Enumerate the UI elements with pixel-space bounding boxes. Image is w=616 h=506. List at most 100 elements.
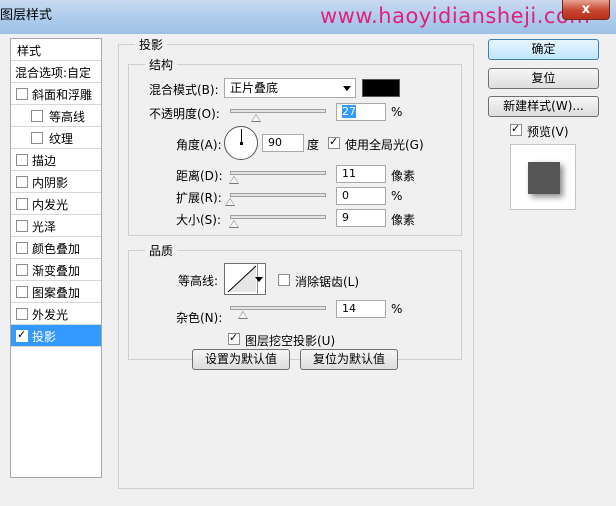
style-item[interactable]: 颜色叠加 <box>11 237 101 259</box>
style-item[interactable]: 渐变叠加 <box>11 259 101 281</box>
global-light-checkbox[interactable]: ✓ <box>328 135 340 149</box>
contour-picker[interactable] <box>224 263 266 295</box>
blend-mode-dropdown[interactable]: 正片叠底 <box>224 78 356 98</box>
style-list-header[interactable]: 样式 <box>11 39 101 61</box>
blend-mode-label: 混合模式(B): <box>149 83 219 97</box>
style-item[interactable]: 斜面和浮雕 <box>11 83 101 105</box>
reset-default-button[interactable]: 复位为默认值 <box>300 349 398 370</box>
style-item-label: 内发光 <box>32 198 69 212</box>
angle-label: 角度(A): <box>176 138 222 152</box>
preview-thumbnail <box>528 162 560 194</box>
size-slider[interactable] <box>230 215 326 219</box>
opacity-value: 27 <box>342 105 356 118</box>
style-item-label: 斜面和浮雕 <box>32 88 93 102</box>
style-item-checkbox[interactable] <box>16 242 28 254</box>
checkmark-icon: ✓ <box>329 135 339 148</box>
shadow-color-swatch[interactable] <box>362 79 400 97</box>
spread-label: 扩展(R): <box>176 191 222 205</box>
preview-checkbox[interactable]: ✓ <box>510 122 522 136</box>
preview-label: 预览(V) <box>527 125 569 139</box>
style-item-checkbox[interactable] <box>16 198 28 210</box>
style-item-checkbox[interactable] <box>16 88 28 100</box>
style-item-checkbox[interactable] <box>16 286 28 298</box>
spread-slider[interactable] <box>230 193 326 197</box>
style-item-label: 颜色叠加 <box>32 242 81 256</box>
angle-unit: 度 <box>307 138 320 152</box>
angle-dial[interactable] <box>224 126 258 160</box>
contour-label: 等高线: <box>178 274 219 288</box>
style-item-checkbox[interactable]: ✓ <box>16 328 28 342</box>
ok-button[interactable]: 确定 <box>488 39 599 60</box>
style-item-checkbox[interactable] <box>31 110 43 122</box>
style-list-header-label: 样式 <box>17 44 42 58</box>
style-item[interactable]: 图案叠加 <box>11 281 101 303</box>
style-item-checkbox[interactable] <box>16 154 28 166</box>
blend-options-item[interactable]: 混合选项:自定 <box>11 61 101 83</box>
reset-button[interactable]: 复位 <box>488 68 599 89</box>
opacity-label: 不透明度(O): <box>149 107 220 121</box>
size-slider-thumb[interactable] <box>228 220 239 228</box>
noise-slider[interactable] <box>230 306 326 310</box>
style-item-label: 描边 <box>32 154 57 168</box>
anti-alias-label: 消除锯齿(L) <box>295 275 360 289</box>
style-preview <box>510 144 576 210</box>
opacity-slider-thumb[interactable] <box>250 114 261 122</box>
drop-shadow-title: 投影 <box>135 36 168 53</box>
quality-title: 品质 <box>145 242 178 259</box>
size-unit: 像素 <box>391 213 416 227</box>
close-button[interactable]: x <box>562 0 610 20</box>
title-bar: 图层样式 www.haoyidiansheji.com x <box>0 0 616 34</box>
new-style-button[interactable]: 新建样式(W)... <box>488 96 599 117</box>
style-item-label: 纹理 <box>49 132 74 146</box>
noise-slider-thumb[interactable] <box>238 311 249 319</box>
angle-input[interactable]: 90 <box>262 134 304 152</box>
blend-options-label: 混合选项:自定 <box>15 66 92 80</box>
style-item-checkbox[interactable] <box>16 220 28 232</box>
style-item-checkbox[interactable] <box>16 308 28 320</box>
spread-input[interactable]: 0 <box>336 187 386 205</box>
style-item-label: 等高线 <box>49 110 86 124</box>
style-item[interactable]: 内发光 <box>11 193 101 215</box>
style-item[interactable]: 外发光 <box>11 303 101 325</box>
style-item-label: 内阴影 <box>32 176 69 190</box>
anti-alias-checkbox[interactable] <box>278 274 290 286</box>
spread-slider-thumb[interactable] <box>225 198 235 206</box>
style-list: 样式 混合选项:自定 斜面和浮雕等高线纹理描边内阴影内发光光泽颜色叠加渐变叠加图… <box>10 38 102 478</box>
opacity-slider[interactable] <box>230 109 326 113</box>
style-item-checkbox[interactable] <box>16 176 28 188</box>
style-item-checkbox[interactable] <box>16 264 28 276</box>
style-item-label: 外发光 <box>32 308 69 322</box>
knockout-checkbox[interactable]: ✓ <box>228 331 240 345</box>
noise-input[interactable]: 14 <box>336 300 386 318</box>
style-item-label: 图案叠加 <box>32 286 81 300</box>
checkmark-icon: ✓ <box>511 122 521 135</box>
style-item-label: 渐变叠加 <box>32 264 81 278</box>
make-default-button[interactable]: 设置为默认值 <box>192 349 290 370</box>
window-title: 图层样式 <box>0 8 53 23</box>
opacity-unit: % <box>391 105 403 119</box>
watermark-text: www.haoyidiansheji.com <box>320 4 591 28</box>
distance-label: 距离(D): <box>176 169 223 183</box>
distance-input[interactable]: 11 <box>336 165 386 183</box>
blend-mode-value: 正片叠底 <box>230 81 279 95</box>
checkmark-icon: ✓ <box>17 328 27 341</box>
style-item[interactable]: 内阴影 <box>11 171 101 193</box>
style-item[interactable]: ✓ 投影 <box>11 325 101 347</box>
style-item-label: 投影 <box>32 330 57 344</box>
style-item-checkbox[interactable] <box>31 132 43 144</box>
chevron-down-icon[interactable] <box>255 277 263 282</box>
opacity-input[interactable]: 27 <box>336 103 386 121</box>
style-item[interactable]: 描边 <box>11 149 101 171</box>
style-item[interactable]: 等高线 <box>11 105 101 127</box>
noise-label: 杂色(N): <box>176 311 223 325</box>
style-item-label: 光泽 <box>32 220 57 234</box>
distance-slider[interactable] <box>230 171 326 175</box>
distance-slider-thumb[interactable] <box>228 176 239 184</box>
style-item[interactable]: 纹理 <box>11 127 101 149</box>
size-label: 大小(S): <box>176 213 222 227</box>
noise-unit: % <box>391 302 403 316</box>
contour-curve-icon <box>227 265 257 293</box>
size-input[interactable]: 9 <box>336 209 386 227</box>
style-item[interactable]: 光泽 <box>11 215 101 237</box>
knockout-label: 图层挖空投影(U) <box>245 334 336 348</box>
